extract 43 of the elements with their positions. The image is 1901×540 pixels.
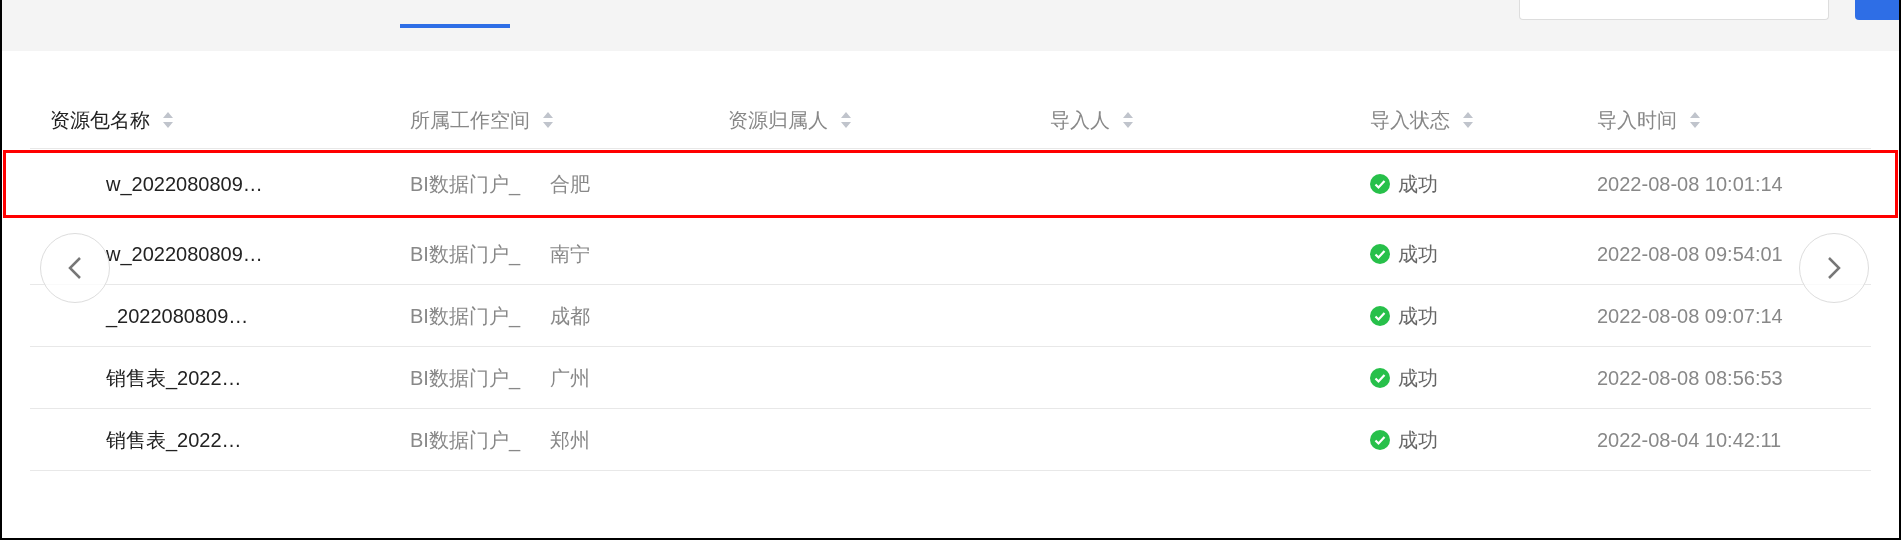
- column-header: 所属工作空间: [410, 107, 530, 133]
- table-cell: 2022-08-04 10:42:11: [1597, 428, 1782, 451]
- table-cell-text: 合肥: [550, 172, 591, 197]
- table-cell: 2022-08-08 09:54:01: [1597, 242, 1783, 265]
- table-row[interactable]: 销售表_2022… BI数据门户_ 郑州 成功 2022-08-04 10:42:11: [30, 409, 1871, 471]
- table-row[interactable]: 销售表_2022… BI数据门户_ 广州 成功 2022-08-08 08:56:53: [30, 347, 1871, 409]
- check-circle-icon: [1370, 305, 1390, 326]
- status-text: 成功: [1398, 427, 1438, 453]
- status-text: 成功: [1398, 241, 1438, 267]
- check-circle-icon: [1370, 174, 1390, 194]
- add-button[interactable]: [1855, 0, 1899, 20]
- table-cell-text: 南宁: [550, 241, 591, 267]
- check-circle-icon: [1370, 429, 1390, 450]
- check-circle-icon: [1370, 243, 1390, 264]
- column-header: 资源包名称: [50, 107, 150, 133]
- chevron-right-icon: [1827, 256, 1841, 280]
- table-cell-text: 郑州: [550, 427, 591, 453]
- table-cell-text: BI数据门户_: [410, 172, 521, 198]
- check-circle-icon: [1370, 367, 1390, 388]
- chevron-left-icon: [68, 256, 82, 280]
- table-cell: 2022-08-08 09:07:14: [1597, 304, 1783, 327]
- table-cell-text: 广州: [550, 365, 591, 391]
- search-field[interactable]: [1519, 0, 1829, 20]
- status-text: 成功: [1398, 172, 1438, 197]
- table-cell-text: BI数据门户_: [410, 303, 521, 330]
- status-text: 成功: [1398, 303, 1438, 329]
- status-text: 成功: [1398, 365, 1438, 391]
- table-cell: 2022-08-08 10:01:14: [1597, 173, 1783, 195]
- column-header: 导入状态: [1370, 107, 1450, 133]
- table-row[interactable]: w_2022080809… BI数据门户_ 合肥 成功 2022-08-08 10:01:14: [6, 153, 1895, 215]
- column-header: 导入人: [1050, 107, 1110, 133]
- column-header: 导入时间: [1597, 107, 1677, 133]
- table-cell-text: _2022080809…: [106, 303, 249, 330]
- table-cell-text: w_2022080809…: [106, 241, 263, 268]
- table-cell-text: w_2022080809…: [106, 172, 263, 198]
- column-header: 资源归属人: [728, 107, 828, 133]
- table-cell: 2022-08-08 08:56:53: [1597, 366, 1783, 389]
- table-cell-text: 成都: [550, 303, 591, 329]
- table-cell-text: 销售表_2022…: [106, 365, 242, 392]
- table-cell-text: BI数据门户_: [410, 427, 521, 454]
- table-cell-text: 销售表_2022…: [106, 427, 242, 454]
- table-cell-text: BI数据门户_: [410, 365, 521, 392]
- table-cell-text: BI数据门户_: [410, 241, 521, 268]
